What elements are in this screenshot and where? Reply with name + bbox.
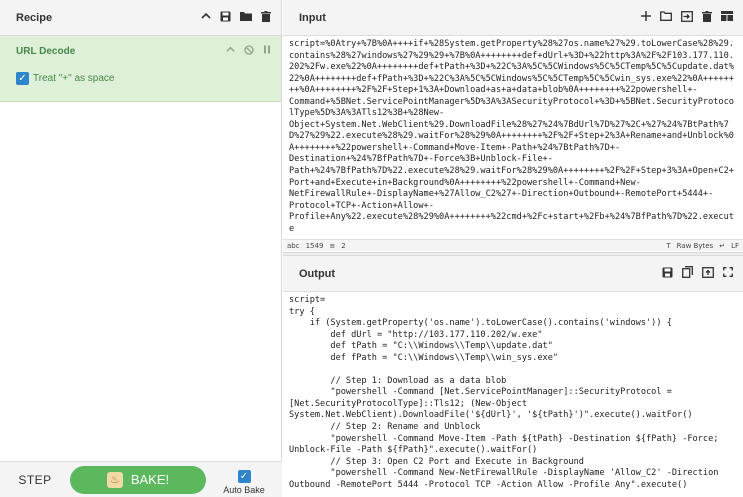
- auto-bake-label: Auto Bake: [223, 485, 265, 495]
- eol-icon: ↵: [719, 241, 726, 250]
- trash-icon[interactable]: [702, 10, 712, 25]
- save-icon[interactable]: [662, 267, 673, 281]
- check-icon[interactable]: ✓: [16, 72, 29, 85]
- input-header: Input: [283, 0, 743, 36]
- trash-icon[interactable]: [261, 10, 271, 25]
- chevron-up-icon[interactable]: [201, 11, 211, 24]
- input-textarea[interactable]: script=%0Atry+%7B%0A++++if+%28System.get…: [283, 36, 743, 239]
- bake-label: BAKE!: [130, 472, 170, 487]
- chevron-up-icon[interactable]: [226, 45, 235, 57]
- chef-icon: ♨: [106, 471, 123, 488]
- eol-selector[interactable]: LF: [731, 242, 739, 250]
- input-lines: 2: [341, 241, 346, 250]
- plus-icon[interactable]: [641, 11, 651, 24]
- recipe-header: Recipe: [0, 0, 281, 36]
- pause-icon[interactable]: [263, 45, 271, 57]
- auto-bake-toggle[interactable]: ✓ Auto Bake: [206, 464, 282, 495]
- step-button[interactable]: STEP: [0, 473, 70, 487]
- copy-icon[interactable]: [682, 266, 693, 281]
- replace-input-icon[interactable]: [702, 266, 714, 281]
- treat-plus-as-space-option[interactable]: ✓ Treat "+" as space: [16, 72, 271, 85]
- operation-url-decode[interactable]: URL Decode ✓ Treat "+" as space: [0, 36, 281, 102]
- disable-icon[interactable]: [244, 44, 254, 58]
- recipe-pane: Recipe URL Decode ✓ Treat "+" as space S…: [0, 0, 282, 497]
- check-icon[interactable]: ✓: [237, 470, 251, 483]
- controls-bar: STEP ♨ BAKE! ✓ Auto Bake: [0, 461, 282, 497]
- output-text[interactable]: script= try { if (System.getProperty('os…: [283, 292, 743, 496]
- folder-icon[interactable]: [240, 11, 252, 24]
- option-label: Treat "+" as space: [33, 73, 115, 84]
- output-pane: Output script= try { if (System.getPrope…: [283, 256, 743, 497]
- format-icon: T: [666, 241, 671, 250]
- recipe-title: Recipe: [16, 11, 53, 24]
- new-window-icon[interactable]: [660, 11, 672, 24]
- input-length: 1549: [305, 241, 324, 250]
- format-selector[interactable]: Raw Bytes: [677, 242, 714, 250]
- lines-icon: ≡: [329, 241, 336, 250]
- input-status-bar: abc 1549 ≡ 2 T Raw Bytes ↵ LF: [283, 239, 743, 251]
- save-icon[interactable]: [220, 11, 231, 25]
- operation-name: URL Decode: [16, 45, 76, 57]
- bake-button[interactable]: ♨ BAKE!: [70, 465, 206, 494]
- output-title: Output: [299, 267, 336, 280]
- length-icon: abc: [287, 241, 300, 250]
- layout-icon[interactable]: [721, 11, 733, 24]
- input-pane: Input script=%0Atry+%7B%0A++++if+%28Syst…: [283, 0, 743, 252]
- input-title: Input: [299, 11, 326, 24]
- import-icon[interactable]: [681, 10, 693, 25]
- maximize-icon[interactable]: [723, 267, 733, 280]
- output-header: Output: [283, 256, 743, 292]
